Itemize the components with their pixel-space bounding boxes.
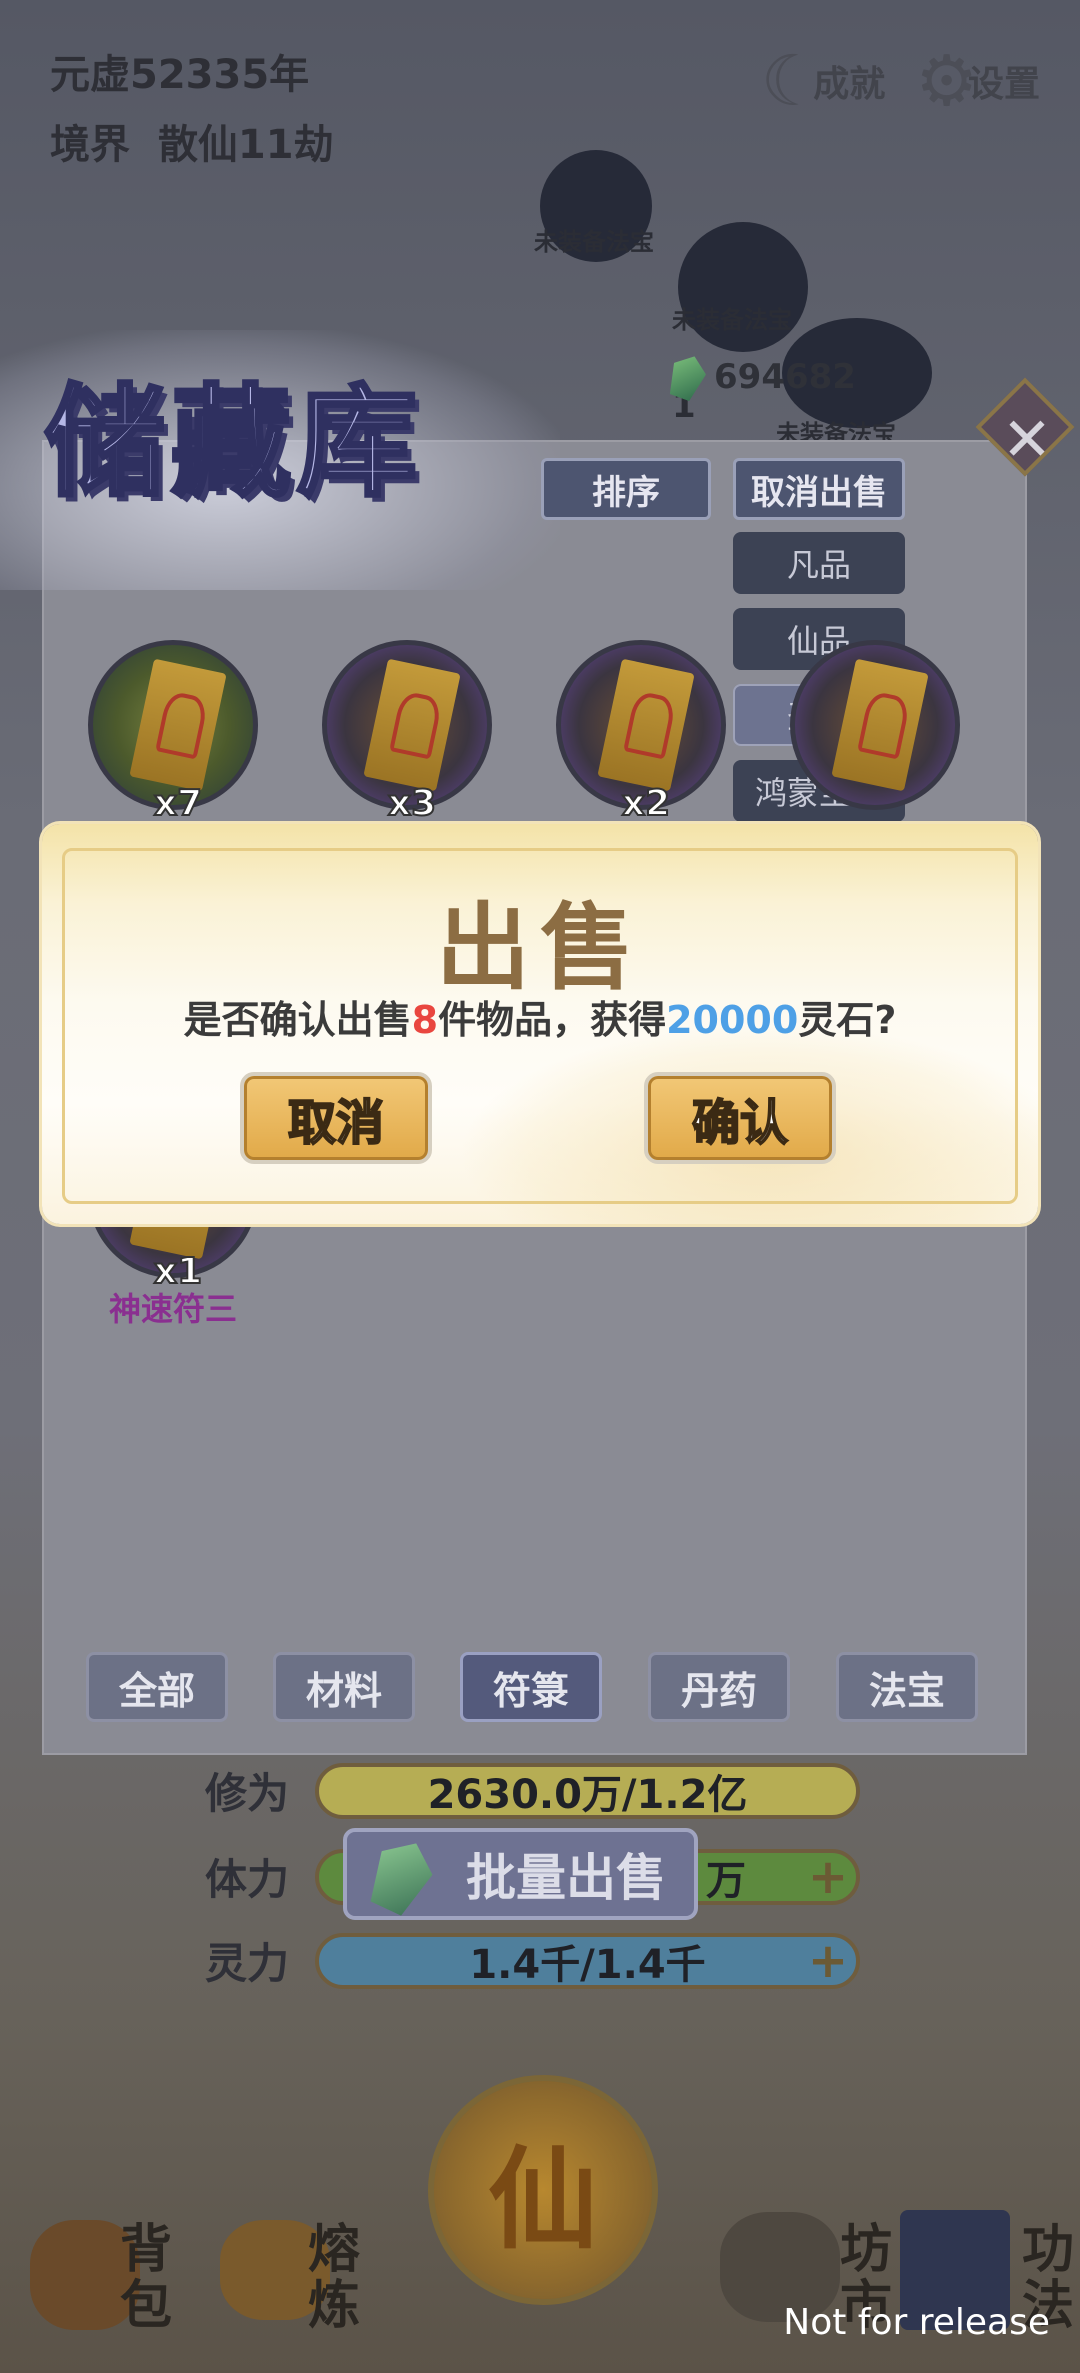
realm-value: 散仙11劫	[157, 122, 334, 168]
realm-label: 境界	[50, 122, 130, 168]
stat-stamina-value: 万	[706, 1857, 746, 1904]
stat-spirit-bar: 1.4千/1.4千 +	[315, 1932, 860, 1989]
msg-suffix: 灵石?	[798, 998, 897, 1042]
confirm-button[interactable]: 确认	[644, 1072, 836, 1164]
spirit-stone-counter: 694682	[670, 355, 856, 399]
nav-bag[interactable]: 背 包	[120, 2222, 172, 2334]
talisman-icon	[597, 658, 695, 792]
batch-sell-label: 批量出售	[466, 1849, 666, 1907]
talisman-icon	[363, 658, 461, 792]
nav-bag-bottom: 包	[120, 2276, 173, 2336]
nav-smelt-bottom: 炼	[308, 2276, 361, 2336]
spirit-stone-value: 694682	[714, 357, 856, 397]
tab-artifacts[interactable]: 法宝	[836, 1652, 978, 1722]
cultivate-button[interactable]: 仙	[428, 2075, 658, 2305]
sell-dialog: 出售 是否确认出售8件物品，获得20000灵石? 取消 确认	[42, 824, 1038, 1224]
era-text: 元虚52335年	[50, 52, 310, 98]
dialog-message: 是否确认出售8件物品，获得20000灵石?	[42, 989, 1038, 1044]
tab-materials[interactable]: 材料	[273, 1652, 415, 1722]
item-orb: x3	[322, 640, 492, 825]
realm-row: 境界 散仙11劫	[50, 110, 334, 180]
msg-mid: 件物品，获得	[438, 998, 667, 1042]
grade-filter-mortal[interactable]: 凡品	[733, 532, 905, 594]
achievements-label: 成就	[813, 64, 886, 105]
stat-cultivation-value: 2630.0万/1.2亿	[427, 1771, 748, 1818]
cultivate-label: 仙	[488, 2136, 598, 2264]
sell-amount: 20000	[666, 998, 799, 1042]
top-icons: ☾ 成就 ⚙ 设置	[760, 40, 1040, 122]
equip-slot-2-label: 未装备法宝	[672, 306, 792, 334]
sort-button[interactable]: 排序	[541, 458, 711, 520]
cancel-button[interactable]: 取消	[240, 1072, 432, 1164]
player-info: 元虚52335年 境界 散仙11劫	[50, 40, 334, 180]
stat-cultivation-label: 修为	[205, 1769, 290, 1818]
tab-talismans[interactable]: 符箓	[460, 1652, 602, 1722]
nav-smelt-top: 熔	[308, 2220, 361, 2280]
item-orb	[790, 640, 960, 810]
item-quantity: x1	[153, 1250, 203, 1293]
item-slot[interactable]	[790, 640, 960, 810]
tab-pills[interactable]: 丹药	[648, 1652, 790, 1722]
watermark: Not for release	[783, 2302, 1050, 2343]
storage-title: 储藏库	[43, 370, 423, 515]
msg-prefix: 是否确认出售	[183, 998, 412, 1042]
talisman-icon	[129, 658, 227, 792]
stat-spirit: 灵力 1.4千/1.4千 +	[205, 1930, 860, 1991]
sell-count: 8	[411, 998, 439, 1042]
close-icon[interactable]: ✕	[992, 405, 1062, 475]
item-slot[interactable]: x7	[88, 640, 258, 825]
item-quantity: x7	[153, 782, 203, 825]
stat-cultivation: 修为 2630.0万/1.2亿	[205, 1760, 860, 1821]
spirit-stone-icon	[664, 351, 711, 404]
nav-skills-top: 功	[1022, 2220, 1075, 2280]
stat-spirit-label: 灵力	[205, 1939, 290, 1988]
item-quantity: x2	[621, 782, 671, 825]
talisman-icon	[831, 658, 929, 792]
item-slot[interactable]: x3	[322, 640, 492, 825]
stamina-plus-icon[interactable]: +	[806, 1853, 850, 1901]
item-orb: x7	[88, 640, 258, 825]
stat-spirit-value: 1.4千/1.4千	[469, 1941, 706, 1988]
tab-all[interactable]: 全部	[86, 1652, 228, 1722]
cancel-sell-button[interactable]: 取消出售	[733, 458, 905, 520]
stat-stamina-label: 体力	[205, 1855, 290, 1904]
nav-smelt[interactable]: 熔 炼	[308, 2222, 360, 2334]
stat-cultivation-bar: 2630.0万/1.2亿	[315, 1762, 860, 1819]
dialog-title: 出售	[435, 893, 644, 1003]
spirit-plus-icon[interactable]: +	[806, 1937, 850, 1985]
achievements-button[interactable]: ☾ 成就	[760, 40, 885, 122]
equip-slot-1-label: 未装备法宝	[534, 228, 654, 256]
item-slot[interactable]: x2	[556, 640, 726, 825]
nav-bag-top: 背	[120, 2220, 173, 2280]
nav-market-top: 坊	[840, 2220, 893, 2280]
batch-sell-button[interactable]: 批量出售	[343, 1828, 698, 1920]
settings-button[interactable]: ⚙ 设置	[915, 40, 1040, 122]
spirit-stone-icon	[360, 1832, 441, 1921]
item-quantity: x3	[387, 782, 437, 825]
item-orb: x2	[556, 640, 726, 825]
settings-label: 设置	[967, 64, 1040, 105]
